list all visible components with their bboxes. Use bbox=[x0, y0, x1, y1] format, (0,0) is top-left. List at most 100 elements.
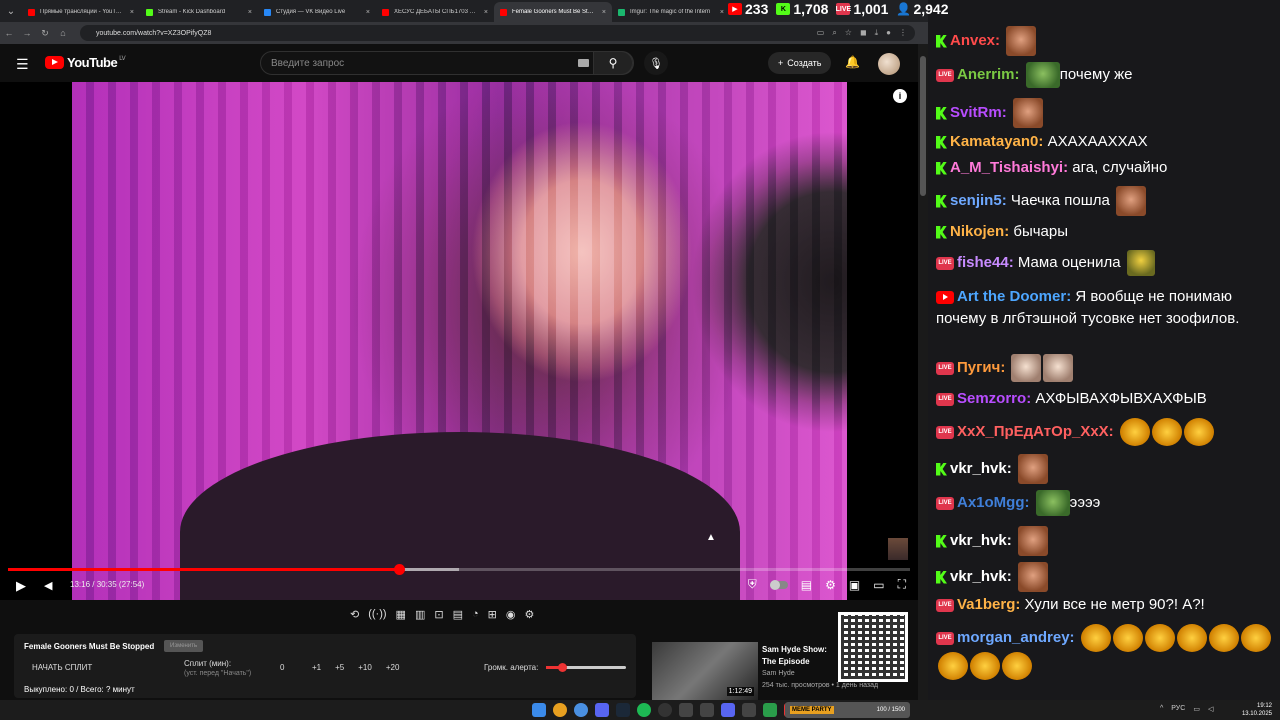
speed-icon[interactable]: ◔ bbox=[472, 608, 479, 621]
bookmark-icon[interactable]: ☆ bbox=[845, 28, 852, 38]
page-scrollbar[interactable] bbox=[918, 44, 928, 700]
chat-nick[interactable]: Anerrim bbox=[957, 66, 1015, 83]
obs-icon[interactable] bbox=[658, 703, 672, 717]
zoom-icon[interactable]: ⌕ bbox=[832, 28, 836, 38]
browser-tab[interactable]: Stream - Kick Dashboard × bbox=[140, 2, 258, 22]
edit-button[interactable]: Изменить bbox=[164, 640, 204, 652]
address-bar[interactable]: youtube.com/watch?v=XZ3OPifyQZ8 ▭ ⌕ ☆ ◼ … bbox=[80, 25, 915, 41]
increment-button[interactable]: +1 bbox=[312, 663, 321, 672]
browser-icon[interactable] bbox=[574, 703, 588, 717]
avatar[interactable] bbox=[878, 53, 900, 75]
video-player[interactable]: i ▲ ▶ ◀ 13:16 / 30:35 (27:54) ⛨ ▤ ⚙ ▣ ▭ … bbox=[0, 82, 918, 600]
increment-button[interactable]: +10 bbox=[358, 663, 372, 672]
slider-knob[interactable] bbox=[558, 663, 567, 672]
alert-volume-slider[interactable] bbox=[546, 663, 626, 672]
start-icon[interactable] bbox=[532, 703, 546, 717]
fullscreen-icon[interactable]: ⛶ bbox=[898, 577, 906, 592]
speaker-icon[interactable]: ◁ bbox=[1208, 705, 1213, 713]
clock[interactable]: 19:12 13.10.2025 bbox=[1242, 702, 1272, 718]
screenshot-icon[interactable]: ◉ bbox=[506, 608, 516, 621]
more-icon[interactable]: ⋮ bbox=[899, 28, 907, 38]
aspect-icon[interactable]: ⊡ bbox=[434, 608, 443, 621]
search-input[interactable]: Введите запрос ⚲ bbox=[260, 51, 634, 75]
broadcast-icon[interactable]: ((·)) bbox=[368, 608, 386, 621]
app-icon[interactable] bbox=[679, 703, 693, 717]
close-icon[interactable]: × bbox=[130, 9, 134, 16]
keyboard-icon[interactable] bbox=[578, 59, 589, 67]
close-icon[interactable]: × bbox=[602, 9, 606, 16]
increment-button[interactable]: +5 bbox=[335, 663, 344, 672]
theater-icon[interactable]: ▭ bbox=[873, 578, 884, 592]
chat-nick[interactable]: SvitRm bbox=[950, 104, 1002, 121]
app-icon[interactable] bbox=[742, 703, 756, 717]
volume-icon[interactable]: ◀ bbox=[44, 579, 52, 592]
chat-nick[interactable]: vkr_hvk bbox=[950, 568, 1007, 585]
youtube-logo[interactable]: YouTube LV bbox=[45, 55, 126, 70]
reload-icon[interactable]: ↻ bbox=[36, 28, 54, 39]
chat-nick[interactable]: Nikojen bbox=[950, 223, 1004, 240]
tab-search-icon[interactable]: ⌄ bbox=[0, 0, 22, 22]
recommended-title[interactable]: Sam Hyde Show: The Episode bbox=[762, 644, 842, 668]
chat-nick[interactable]: Ax1oMgg bbox=[957, 494, 1025, 511]
browser-tab[interactable]: Студия — VK Видео Live × bbox=[258, 2, 376, 22]
discord-icon[interactable] bbox=[595, 703, 609, 717]
close-icon[interactable]: × bbox=[366, 9, 370, 16]
chat-nick[interactable]: vkr_hvk bbox=[950, 460, 1007, 477]
mic-icon[interactable]: 🎙 bbox=[644, 51, 668, 75]
forward-icon[interactable]: → bbox=[18, 28, 36, 38]
close-icon[interactable]: × bbox=[484, 9, 488, 16]
download-icon[interactable]: ⤓ bbox=[875, 28, 879, 38]
app-icon[interactable] bbox=[763, 703, 777, 717]
steam-icon[interactable] bbox=[616, 703, 630, 717]
chat-nick[interactable]: morgan_andrey bbox=[957, 629, 1070, 646]
back-icon[interactable]: ← bbox=[0, 28, 18, 38]
gear-icon[interactable]: ⚙ bbox=[825, 578, 836, 592]
browser-tab[interactable]: Female Gooners Must Be Stopp × bbox=[494, 2, 612, 22]
autoplay-toggle[interactable] bbox=[769, 579, 788, 590]
tray-arrow-icon[interactable]: ^ bbox=[1160, 705, 1163, 713]
bell-icon[interactable]: 🔔 bbox=[845, 55, 860, 69]
cinema-icon[interactable]: ▤ bbox=[453, 608, 463, 621]
start-split-button[interactable]: НАЧАТЬ СПЛИТ bbox=[32, 663, 92, 672]
chat-nick[interactable]: fishe44 bbox=[957, 254, 1009, 271]
chat-nick[interactable]: Semzorro bbox=[957, 390, 1026, 407]
add-icon[interactable]: ⊞ bbox=[488, 608, 497, 621]
play-icon[interactable]: ▶ bbox=[16, 578, 26, 594]
home-icon[interactable]: ⌂ bbox=[54, 28, 72, 38]
clapper-icon[interactable]: ▥ bbox=[415, 608, 425, 621]
close-icon[interactable]: × bbox=[248, 9, 252, 16]
chrome-icon[interactable] bbox=[553, 703, 567, 717]
recommended-channel[interactable]: Sam Hyde bbox=[762, 670, 795, 677]
browser-tab[interactable]: Imgur: The magic of the Intern × bbox=[612, 2, 730, 22]
chat-nick[interactable]: Anvex bbox=[950, 32, 995, 49]
network-icon[interactable]: ▭ bbox=[1193, 705, 1200, 713]
info-icon[interactable]: i bbox=[893, 89, 907, 103]
chat-nick[interactable]: senjin5 bbox=[950, 192, 1002, 209]
loop-icon[interactable]: ⟲ bbox=[350, 608, 359, 621]
chat-nick[interactable]: A_M_Tishaishyi bbox=[950, 159, 1063, 176]
chat-nick[interactable]: Kamatayan0 bbox=[950, 133, 1038, 150]
filter-icon[interactable]: ▦ bbox=[396, 608, 406, 621]
language-indicator[interactable]: РУС bbox=[1171, 705, 1185, 713]
chat-nick[interactable]: XxX_ПрЕдАтОр_XxX bbox=[957, 423, 1109, 440]
app-icon[interactable] bbox=[700, 703, 714, 717]
increment-button[interactable]: +20 bbox=[386, 663, 400, 672]
chat-nick[interactable]: Va1berg bbox=[957, 596, 1015, 613]
chat-nick[interactable]: Пугич bbox=[957, 359, 1000, 376]
browser-tab[interactable]: Прямые трансляции - YouTube × bbox=[22, 2, 140, 22]
scrollbar-thumb[interactable] bbox=[920, 56, 926, 196]
cast-icon[interactable]: ▭ bbox=[817, 28, 825, 38]
app-icon[interactable] bbox=[721, 703, 735, 717]
browser-tab[interactable]: ХЕСУС ДЕБАТЫ СПБ1703 И М × bbox=[376, 2, 494, 22]
miniplayer-icon[interactable]: ▣ bbox=[849, 578, 860, 592]
close-icon[interactable]: × bbox=[720, 9, 724, 16]
subtitles-icon[interactable]: ▤ bbox=[801, 578, 812, 592]
gear-icon[interactable]: ⚙ bbox=[524, 608, 534, 621]
create-button[interactable]: + Создать bbox=[768, 52, 832, 74]
meme-party-widget[interactable]: MEME PARTY 100 / 1500 bbox=[785, 702, 910, 718]
recommended-thumbnail[interactable]: 1:12:49 bbox=[652, 642, 758, 700]
search-icon[interactable]: ⚲ bbox=[593, 51, 633, 75]
chat-nick[interactable]: vkr_hvk bbox=[950, 532, 1007, 549]
spotify-icon[interactable] bbox=[637, 703, 651, 717]
shield-icon[interactable]: ⛨ bbox=[748, 577, 757, 592]
